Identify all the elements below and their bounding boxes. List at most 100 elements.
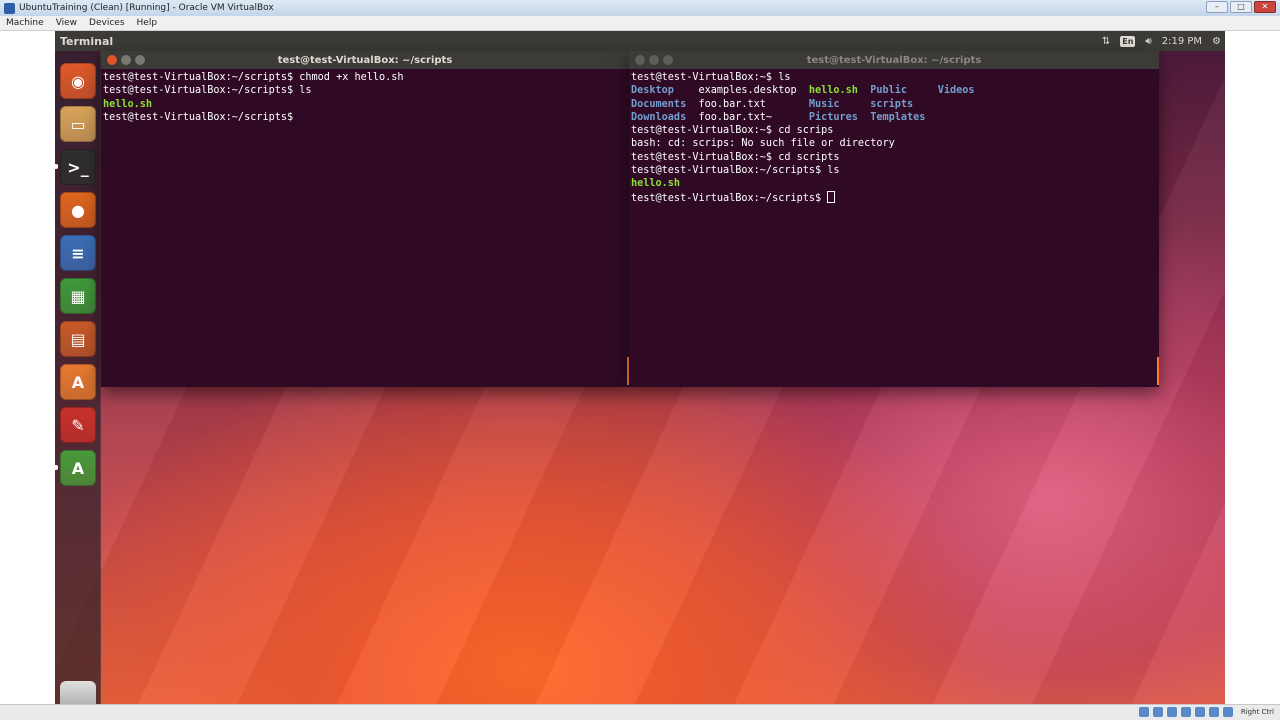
menu-devices[interactable]: Devices [89,18,124,28]
launcher-software-center-icon[interactable]: A [60,364,96,400]
terminal-text: foo.bar.txt [686,98,809,110]
resize-handle[interactable] [1157,357,1159,385]
host-window-titlebar[interactable]: UbuntuTraining (Clean) [Running] - Oracl… [0,0,1280,16]
launcher-terminal-icon[interactable]: >_ [60,149,96,185]
terminal-right-title: test@test-VirtualBox: ~/scripts [806,54,982,66]
calc-glyph-icon: ▦ [70,286,86,306]
launcher-updater-icon[interactable]: A [60,450,96,486]
terminal-text: bash: cd: scrips: No such file or direct… [631,138,895,150]
launcher-writer-icon[interactable]: ≡ [60,235,96,271]
terminal-text: Desktop [631,85,674,97]
network-adapter-icon[interactable] [1180,707,1191,717]
terminal-text: Templates [870,111,926,123]
host-menu-bar: Machine View Devices Help [0,16,1280,31]
terminal-line: test@test-VirtualBox:~$ ls [631,71,1157,84]
keyboard-indicator[interactable]: En [1120,35,1136,47]
menu-view[interactable]: View [56,18,77,28]
impress-glyph-icon: ▤ [70,329,86,349]
clock[interactable]: 2:19 PM [1162,36,1202,47]
launcher-settings-icon[interactable]: ✎ [60,407,96,443]
running-indicator [55,164,58,169]
hdd-icon[interactable] [1138,707,1149,717]
shared-folder-icon[interactable] [1194,707,1205,717]
terminal-right-output[interactable]: test@test-VirtualBox:~$ ls Desktop exampl… [629,69,1159,207]
terminal-line: bash: cd: scrips: No such file or direct… [631,137,1157,150]
terminal-window-right[interactable]: test@test-VirtualBox: ~/scripts test@tes… [629,51,1159,387]
terminal-text: Downloads [631,111,687,123]
terminal-line: test@test-VirtualBox:~$ cd scrips [631,124,1157,137]
writer-glyph-icon: ≡ [71,243,85,263]
terminal-text: hello.sh [808,85,858,97]
terminal-left-title: test@test-VirtualBox: ~/scripts [277,54,453,66]
launcher-impress-icon[interactable]: ▤ [60,321,96,357]
terminal-text: scripts [870,98,914,110]
terminal-text: test@test-VirtualBox:~/scripts$ ls [631,165,840,177]
terminal-line: test@test-VirtualBox:~/scripts$ chmod +x… [103,71,627,84]
terminal-glyph-icon: >_ [67,157,89,177]
menu-help[interactable]: Help [137,18,158,28]
settings-glyph-icon: ✎ [71,415,85,435]
files-glyph-icon: ▭ [70,114,86,134]
network-icon[interactable]: ⇅ [1102,36,1110,47]
display-icon[interactable] [1208,707,1219,717]
optical-drive-icon[interactable] [1152,707,1163,717]
terminal-left-output[interactable]: test@test-VirtualBox:~/scripts$ chmod +x… [101,69,629,126]
terminal-text: test@test-VirtualBox:~/scripts$ chmod +x… [103,72,404,83]
launcher-firefox-icon[interactable]: ● [60,192,96,228]
sound-icon[interactable]: 🔊︎ [1145,36,1151,47]
terminal-line: Desktop examples.desktop hello.sh Public… [631,84,1157,97]
launcher-calc-icon[interactable]: ▦ [60,278,96,314]
unity-launcher: ◉ ▭ >_ ● ≡ ▦ ▤ A ✎ A [55,51,101,704]
terminal-text: test@test-VirtualBox:~/scripts$ [631,192,828,204]
firefox-glyph-icon: ● [71,200,85,220]
active-app-name: Terminal [60,34,114,48]
mouse-integration-icon[interactable] [1222,707,1233,717]
trash-icon[interactable] [60,681,96,704]
minimize-button[interactable]: – [1206,1,1228,13]
terminal-line: hello.sh [631,177,1157,190]
virtualbox-icon [4,2,15,14]
terminal-line: Downloads foo.bar.txt~ Pictures Template… [631,111,1157,124]
terminal-line: test@test-VirtualBox:~/scripts$ [103,111,627,124]
terminal-text: test@test-VirtualBox:~$ cd scripts [631,151,840,163]
terminal-text: Public [870,85,908,97]
host-key-label: Right Ctrl [1240,708,1274,716]
terminal-text: test@test-VirtualBox:~$ ls [631,72,791,83]
terminal-line: test@test-VirtualBox:~/scripts$ ls [631,164,1157,177]
terminal-text: test@test-VirtualBox:~/scripts$ [103,111,300,123]
terminal-right-titlebar[interactable]: test@test-VirtualBox: ~/scripts [629,51,1159,69]
terminal-text: test@test-VirtualBox:~$ cd scrips [631,125,834,137]
terminal-text: Music [808,98,840,110]
gear-icon[interactable]: ⚙ [1212,36,1221,47]
terminal-line: test@test-VirtualBox:~/scripts$ [631,190,1157,205]
terminal-text: Videos [937,85,975,97]
usb-icon[interactable] [1166,707,1177,717]
close-button[interactable]: ✕ [1254,1,1276,13]
terminal-line: test@test-VirtualBox:~$ cd scripts [631,151,1157,164]
launcher-dash-icon[interactable]: ◉ [60,63,96,99]
maximize-button[interactable]: □ [1230,1,1252,13]
ubuntu-top-panel: Terminal ⇅ En 🔊︎ 2:19 PM ⚙ [55,31,1225,51]
launcher-files-icon[interactable]: ▭ [60,106,96,142]
host-window-title: UbuntuTraining (Clean) [Running] - Oracl… [19,3,274,13]
terminal-window-left[interactable]: test@test-VirtualBox: ~/scripts test@tes… [101,51,629,387]
indicator-area: ⇅ En 🔊︎ 2:19 PM ⚙ [1102,31,1221,51]
updater-glyph-icon: A [71,458,85,478]
software-center-glyph-icon: A [71,372,85,392]
text-cursor [827,190,836,203]
terminal-text: hello.sh [103,98,153,110]
menu-machine[interactable]: Machine [6,18,44,28]
terminal-text: examples.desktop [673,85,809,97]
terminal-text: foo.bar.txt~ [686,111,809,123]
terminal-left-titlebar[interactable]: test@test-VirtualBox: ~/scripts [101,51,629,69]
host-status-bar: Right Ctrl [0,704,1280,720]
dash-glyph-icon: ◉ [71,71,85,91]
terminal-text: test@test-VirtualBox:~/scripts$ ls [103,85,312,97]
vm-screen[interactable]: Terminal ⇅ En 🔊︎ 2:19 PM ⚙ ◉ ▭ >_ ● ≡ ▦ ▤ A ✎ A t… [55,31,1225,704]
terminal-line: test@test-VirtualBox:~/scripts$ ls [103,84,627,97]
running-indicator [55,465,58,470]
